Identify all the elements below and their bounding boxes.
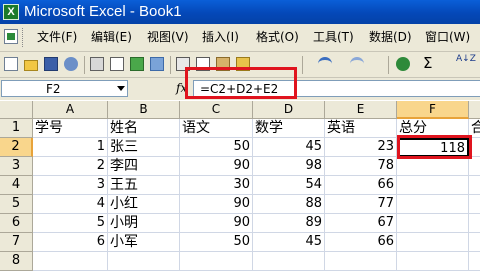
select-all-corner[interactable]	[0, 101, 33, 119]
excel-app-icon[interactable]: X	[3, 4, 19, 20]
cell[interactable]: 3	[33, 176, 108, 195]
row-header[interactable]: 5	[0, 195, 33, 214]
row-header[interactable]: 7	[0, 233, 33, 252]
cell[interactable]: 89	[253, 214, 325, 233]
menu-format[interactable]: 格式(O)	[256, 29, 299, 45]
toolbar-separator	[388, 56, 389, 74]
autosum-icon[interactable]: Σ	[423, 55, 439, 73]
window-title: Microsoft Excel - Book1	[24, 3, 182, 20]
row-header[interactable]: 6	[0, 214, 33, 233]
cell[interactable]: 90	[180, 195, 253, 214]
cell[interactable]: 66	[325, 233, 397, 252]
cell[interactable]: 4	[33, 195, 108, 214]
print-icon[interactable]	[90, 57, 104, 71]
name-box-dropdown-icon[interactable]	[117, 86, 125, 91]
cell[interactable]: 50	[180, 138, 253, 157]
cell[interactable]	[397, 214, 469, 233]
column-header[interactable]: E	[325, 101, 397, 119]
cell[interactable]	[469, 214, 480, 233]
cell[interactable]: 王五	[108, 176, 180, 195]
cell[interactable]: 45	[253, 138, 325, 157]
cell[interactable]	[469, 195, 480, 214]
cell[interactable]: 98	[253, 157, 325, 176]
cell[interactable]	[397, 195, 469, 214]
cell[interactable]	[397, 157, 469, 176]
redo-icon[interactable]	[350, 57, 364, 71]
cell[interactable]: 1	[33, 138, 108, 157]
menu-edit[interactable]: 编辑(E)	[91, 29, 132, 45]
menu-view[interactable]: 视图(V)	[147, 29, 189, 45]
spelling-icon[interactable]	[130, 57, 144, 71]
toolbar-separator	[302, 56, 303, 74]
row-header[interactable]: 1	[0, 119, 33, 138]
hyperlink-icon[interactable]	[396, 57, 410, 71]
save-icon[interactable]	[44, 57, 58, 71]
cell[interactable]: 小红	[108, 195, 180, 214]
header-cell[interactable]: 学号	[33, 119, 108, 138]
cell[interactable]: 78	[325, 157, 397, 176]
research-icon[interactable]	[150, 57, 164, 71]
cell[interactable]	[469, 176, 480, 195]
menu-bar: 文件(F) 编辑(E) 视图(V) 插入(I) 格式(O) 工具(T) 数据(D…	[0, 24, 480, 52]
column-header[interactable]	[469, 101, 480, 119]
formula-highlight-box	[185, 67, 297, 99]
cell[interactable]	[469, 157, 480, 176]
toolbar-separator	[84, 56, 85, 74]
row-header[interactable]: 3	[0, 157, 33, 176]
new-icon[interactable]	[4, 57, 18, 71]
menu-data[interactable]: 数据(D)	[369, 29, 412, 45]
cell[interactable]: 5	[33, 214, 108, 233]
name-box-value: F2	[46, 82, 61, 96]
column-header[interactable]: A	[33, 101, 108, 119]
permission-icon[interactable]	[64, 57, 78, 71]
menu-insert[interactable]: 插入(I)	[202, 29, 239, 45]
cell[interactable]	[397, 176, 469, 195]
cell[interactable]: 54	[253, 176, 325, 195]
cell[interactable]: 50	[180, 233, 253, 252]
cell[interactable]: 小军	[108, 233, 180, 252]
row-header[interactable]: 2	[0, 138, 33, 157]
header-cell[interactable]: 姓名	[108, 119, 180, 138]
spreadsheet-grid: A B C D E F 1学号姓名语文数学英语总分合21张三5045231183…	[0, 101, 480, 271]
cell[interactable]: 李四	[108, 157, 180, 176]
cell[interactable]: 45	[253, 233, 325, 252]
toolbar-separator	[170, 56, 171, 74]
title-bar: X Microsoft Excel - Book1	[0, 0, 480, 24]
header-cell[interactable]: 语文	[180, 119, 253, 138]
cell[interactable]: 66	[325, 176, 397, 195]
cell[interactable]: 23	[325, 138, 397, 157]
column-header-active[interactable]: F	[397, 101, 469, 119]
header-cell[interactable]: 数学	[253, 119, 325, 138]
undo-icon[interactable]	[318, 57, 332, 71]
cell[interactable]: 小明	[108, 214, 180, 233]
cell[interactable]: 88	[253, 195, 325, 214]
cell[interactable]: 6	[33, 233, 108, 252]
sort-ascending-icon[interactable]: A↓Z	[456, 54, 478, 74]
cell[interactable]: 77	[325, 195, 397, 214]
menu-tools[interactable]: 工具(T)	[313, 29, 354, 45]
header-cell[interactable]: 英语	[325, 119, 397, 138]
menu-grip[interactable]	[22, 28, 26, 47]
print-preview-icon[interactable]	[110, 57, 124, 71]
cell[interactable]: 30	[180, 176, 253, 195]
cell[interactable]: 2	[33, 157, 108, 176]
menu-file[interactable]: 文件(F)	[37, 29, 77, 45]
cell[interactable]: 90	[180, 214, 253, 233]
cell[interactable]	[469, 233, 480, 252]
workbook-icon[interactable]	[4, 29, 18, 44]
open-icon[interactable]	[24, 60, 38, 71]
cell[interactable]: 67	[325, 214, 397, 233]
cell[interactable]	[397, 233, 469, 252]
column-header[interactable]: D	[253, 101, 325, 119]
row-header[interactable]: 4	[0, 176, 33, 195]
result-highlight-box	[397, 135, 472, 159]
cell[interactable]: 90	[180, 157, 253, 176]
column-header[interactable]: C	[180, 101, 253, 119]
menu-window[interactable]: 窗口(W)	[425, 29, 470, 45]
name-box[interactable]: F2	[1, 80, 128, 97]
cell[interactable]: 张三	[108, 138, 180, 157]
column-header[interactable]: B	[108, 101, 180, 119]
